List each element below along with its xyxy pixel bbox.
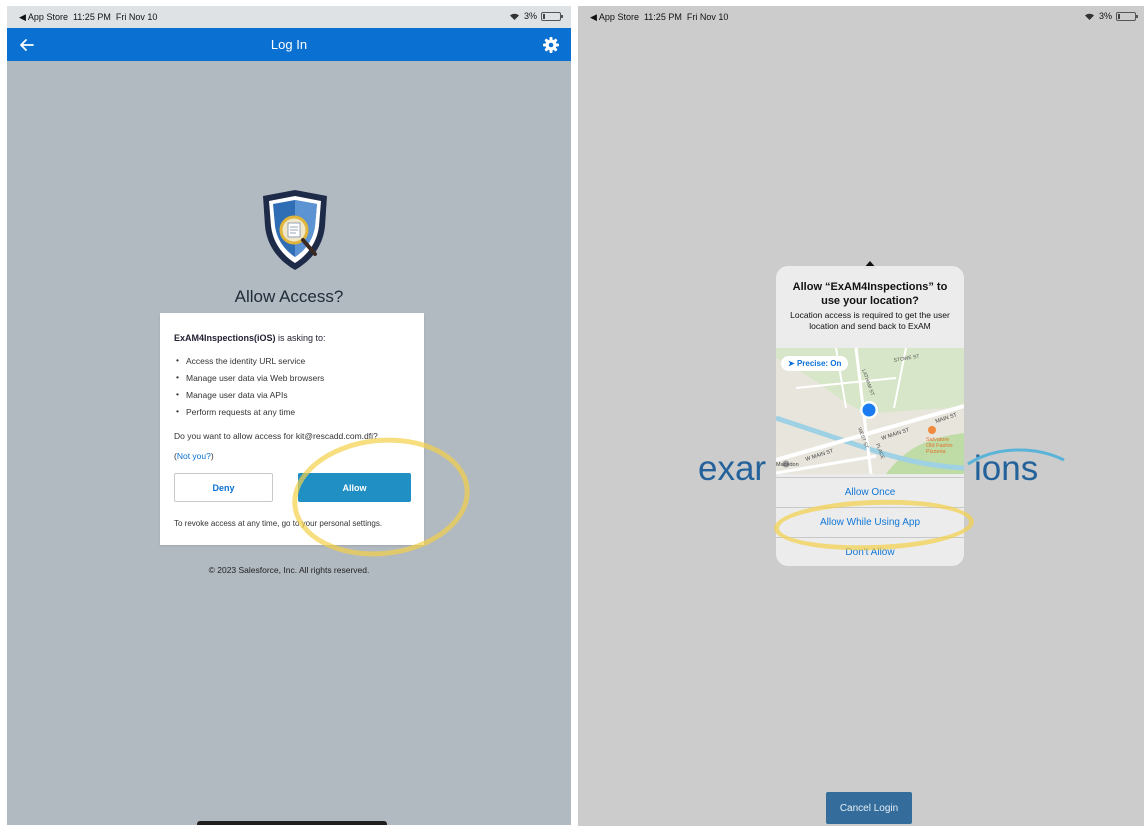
- paren-close: ): [210, 451, 214, 461]
- precise-label: Precise: On: [796, 359, 842, 368]
- battery-icon: [1116, 11, 1138, 21]
- app-name: ExAM4Inspections(iOS): [174, 333, 276, 343]
- dont-allow-button[interactable]: Don't Allow: [776, 537, 964, 566]
- cancel-login-button[interactable]: Cancel Login: [826, 792, 912, 824]
- asking-text: is asking to:: [275, 333, 326, 343]
- status-left: ◀ App Store 11:25 PM Fri Nov 10: [590, 12, 728, 23]
- map-label-pizzeria: Pizzeria: [926, 449, 947, 455]
- brand-swoosh: [967, 448, 1065, 466]
- status-time: 11:25 PM: [643, 12, 682, 22]
- status-right: 3%: [1084, 11, 1138, 21]
- battery-percent: 3%: [523, 11, 537, 21]
- status-time: 11:25 PM: [72, 12, 111, 22]
- alert-message: Location access is required to get the u…: [790, 310, 950, 331]
- revoke-text: To revoke access at any time, go to your…: [174, 519, 383, 528]
- battery-icon: [541, 11, 563, 21]
- status-date: Fri Nov 10: [115, 12, 158, 22]
- allow-once-button[interactable]: Allow Once: [776, 477, 964, 507]
- status-date: Fri Nov 10: [686, 12, 729, 22]
- allow-while-using-app-button[interactable]: Allow While Using App: [776, 507, 964, 537]
- status-bar: ◀ App Store 11:25 PM Fri Nov 10 3%: [7, 6, 571, 28]
- nav-bar: Log In: [7, 28, 571, 61]
- alert-title: Allow “ExAM4Inspections” to use your loc…: [792, 281, 948, 307]
- precise-toggle[interactable]: ➤ Precise: On: [781, 356, 849, 371]
- map-label-macedon: Macedon: [776, 462, 799, 468]
- login-screen: ◀ App Store 11:25 PM Fri Nov 10 3% Log I…: [7, 6, 571, 825]
- wifi-icon: [509, 13, 519, 20]
- status-bar: ◀ App Store 11:25 PM Fri Nov 10 3%: [578, 6, 1144, 28]
- location-alert: Allow “ExAM4Inspections” to use your loc…: [776, 266, 964, 566]
- battery-percent: 3%: [1098, 11, 1112, 21]
- brand-text-left: exar: [698, 449, 767, 488]
- location-arrow-icon: ➤: [788, 359, 797, 368]
- permission-card: ExAM4Inspections(iOS) is asking to: Acce…: [160, 313, 424, 545]
- card-header: ExAM4Inspections(iOS) is asking to:: [174, 333, 326, 343]
- deny-button[interactable]: Deny: [174, 473, 273, 502]
- location-permission-screen: ◀ App Store 11:25 PM Fri Nov 10 3% exar …: [578, 6, 1144, 826]
- access-question: Do you want to allow access for kit@resc…: [174, 431, 378, 441]
- gear-icon[interactable]: [541, 35, 561, 55]
- not-you-link[interactable]: Not you?: [177, 451, 211, 461]
- list-item: Manage user data via Web browsers: [174, 372, 324, 390]
- back-to-app-store[interactable]: ◀ App Store: [19, 12, 68, 22]
- status-right: 3%: [509, 11, 563, 21]
- list-item: Access the identity URL service: [174, 355, 324, 373]
- list-item: Perform requests at any time: [174, 406, 324, 424]
- shield-magnifier-icon: [263, 190, 327, 270]
- status-left: ◀ App Store 11:25 PM Fri Nov 10: [19, 12, 157, 23]
- nav-title: Log In: [270, 37, 308, 52]
- back-to-app-store[interactable]: ◀ App Store: [590, 12, 639, 22]
- permission-list: Access the identity URL service Manage u…: [174, 355, 324, 424]
- wifi-icon: [1084, 13, 1094, 20]
- page-title: Allow Access?: [234, 287, 344, 306]
- home-indicator[interactable]: [197, 821, 387, 825]
- allow-button[interactable]: Allow: [298, 473, 411, 502]
- copyright-footer: © 2023 Salesforce, Inc. All rights reser…: [208, 565, 370, 575]
- not-you-row: (Not you?): [174, 451, 214, 461]
- list-item: Manage user data via APIs: [174, 389, 324, 407]
